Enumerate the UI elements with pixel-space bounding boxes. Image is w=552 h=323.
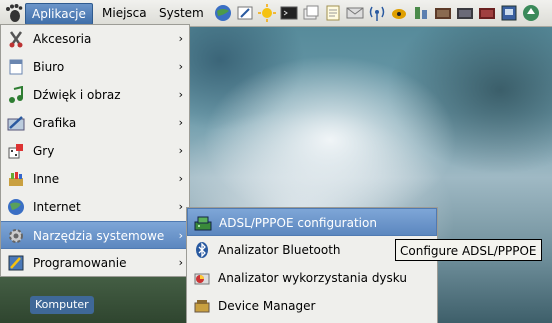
launcher-bar: [212, 2, 541, 24]
menu-item-accessories[interactable]: Akcesoria ›: [1, 25, 189, 53]
music-icon[interactable]: [388, 2, 409, 23]
bluetooth-icon: [193, 241, 211, 259]
gnome-foot-icon[interactable]: [4, 3, 24, 23]
submenu-arrow-icon: ›: [178, 229, 183, 242]
globe-icon[interactable]: [212, 2, 233, 23]
top-panel: Aplikacje Miejsca System: [0, 0, 552, 27]
submenu-arrow-icon: ›: [178, 256, 183, 269]
graphics-icon: [7, 114, 25, 132]
text-editor-icon[interactable]: [322, 2, 343, 23]
submenu-arrow-icon: ›: [178, 88, 183, 101]
submenu-arrow-icon: ›: [178, 116, 183, 129]
film-icon[interactable]: [454, 2, 475, 23]
update-icon[interactable]: [520, 2, 541, 23]
film-icon[interactable]: [432, 2, 453, 23]
games-icon: [7, 142, 25, 160]
menu-item-programming[interactable]: Programowanie ›: [1, 249, 189, 277]
sound-video-icon: [7, 85, 25, 104]
menu-item-label: Gry: [33, 144, 55, 158]
adsl-icon: [194, 214, 212, 232]
computer-desktop-icon-label[interactable]: Komputer: [30, 296, 94, 314]
submenu-item-label: ADSL/PPPOE configuration: [219, 216, 377, 230]
menu-item-games[interactable]: Gry ›: [1, 137, 189, 165]
system-settings-icon[interactable]: [498, 2, 519, 23]
submenu-item-label: Device Manager: [218, 299, 316, 313]
edit-icon[interactable]: [234, 2, 255, 23]
menu-item-label: Inne: [33, 172, 60, 186]
mail-icon[interactable]: [344, 2, 365, 23]
device-manager-icon: [193, 297, 211, 315]
system-menu-button[interactable]: System: [153, 3, 210, 23]
office-icon: [7, 58, 25, 76]
menu-item-other[interactable]: Inne ›: [1, 165, 189, 193]
menu-item-label: Narzędzia systemowe: [33, 229, 165, 243]
tools-icon[interactable]: [410, 2, 431, 23]
internet-icon: [7, 198, 25, 216]
submenu-arrow-icon: ›: [178, 32, 183, 45]
submenu-arrow-icon: ›: [178, 60, 183, 73]
menu-item-label: Programowanie: [33, 256, 127, 270]
video-icon[interactable]: [476, 2, 497, 23]
menu-item-label: Akcesoria: [33, 32, 92, 46]
applications-menu: Akcesoria › Biuro › Dźwięk i obraz › Gra…: [0, 24, 190, 277]
menu-item-label: Dźwięk i obraz: [33, 88, 121, 102]
applications-menu-button[interactable]: Aplikacje: [25, 3, 93, 25]
disk-usage-icon: [193, 269, 211, 287]
tooltip: Configure ADSL/PPPOE: [395, 239, 542, 261]
terminal-icon[interactable]: [278, 2, 299, 23]
weather-icon[interactable]: [256, 2, 277, 23]
file-manager-icon[interactable]: [300, 2, 321, 23]
system-tools-submenu: ADSL/PPPOE configuration Analizator Blue…: [186, 207, 438, 323]
network-icon[interactable]: [366, 2, 387, 23]
submenu-arrow-icon: ›: [178, 144, 183, 157]
menu-item-office[interactable]: Biuro ›: [1, 53, 189, 81]
submenu-item-adsl-pppoe[interactable]: ADSL/PPPOE configuration: [187, 208, 437, 236]
submenu-arrow-icon: ›: [178, 172, 183, 185]
accessories-icon: [7, 30, 25, 48]
menu-item-label: Internet: [33, 200, 81, 214]
submenu-item-device-manager[interactable]: Device Manager: [187, 292, 437, 320]
menu-item-label: Biuro: [33, 60, 65, 74]
submenu-arrow-icon: ›: [178, 200, 183, 213]
other-icon: [7, 170, 25, 188]
menu-item-graphics[interactable]: Grafika ›: [1, 109, 189, 137]
programming-icon: [7, 254, 25, 272]
menu-item-sound-video[interactable]: Dźwięk i obraz ›: [1, 81, 189, 109]
places-menu-button[interactable]: Miejsca: [96, 3, 153, 23]
submenu-item-label: Analizator Bluetooth: [218, 243, 341, 257]
submenu-item-disk-usage[interactable]: Analizator wykorzystania dysku: [187, 264, 437, 292]
menu-item-internet[interactable]: Internet ›: [1, 193, 189, 221]
submenu-item-label: Analizator wykorzystania dysku: [218, 271, 407, 285]
system-tools-icon: [7, 227, 25, 245]
menu-item-system-tools[interactable]: Narzędzia systemowe ›: [1, 221, 189, 249]
menu-item-label: Grafika: [33, 116, 77, 130]
